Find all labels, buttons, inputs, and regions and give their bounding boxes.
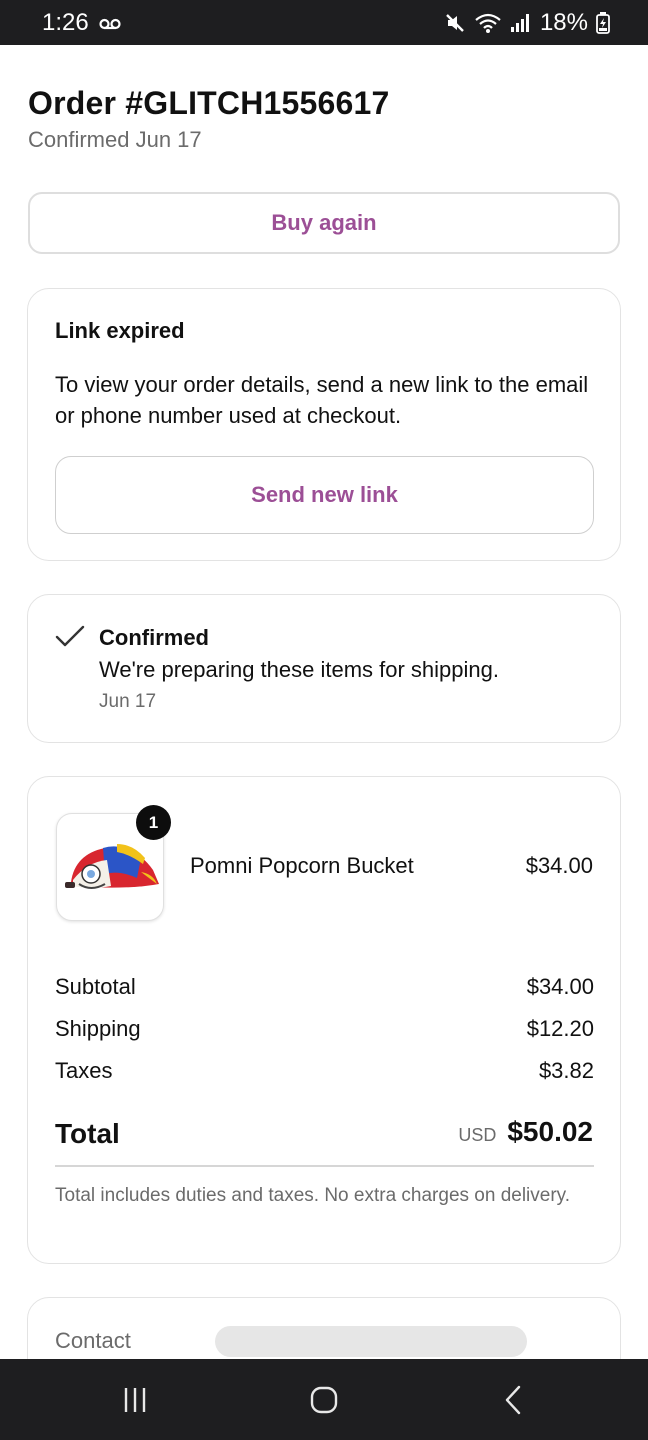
total-note: Total includes duties and taxes. No extr…	[55, 1185, 571, 1206]
recents-icon[interactable]	[95, 1370, 175, 1430]
buy-again-button[interactable]: Buy again	[28, 192, 620, 254]
order-summary-card: 1 Pomni Popcorn Bucket $34.00 Subtotal $…	[27, 776, 621, 1264]
status-right: 18%	[444, 9, 610, 37]
contact-value-placeholder	[215, 1326, 527, 1357]
total-value: $50.02	[507, 1116, 593, 1147]
battery-charging-icon	[596, 11, 610, 34]
contact-label: Contact	[55, 1328, 131, 1353]
item-name: Pomni Popcorn Bucket	[190, 853, 414, 878]
order-page[interactable]: Order #GLITCH1556617 Confirmed Jun 17 Bu…	[0, 45, 648, 1359]
shipping-label: Shipping	[55, 1016, 141, 1041]
total-currency: USD	[458, 1125, 497, 1145]
page-title: Order #GLITCH1556617	[28, 85, 390, 121]
link-expired-message: To view your order details, send a new l…	[55, 372, 589, 428]
taxes-label: Taxes	[55, 1058, 113, 1083]
shipping-row: Shipping $12.20	[55, 1016, 594, 1042]
shipping-value: $12.20	[526, 1016, 594, 1041]
mute-icon	[444, 12, 466, 34]
order-confirmed-date: Confirmed Jun 17	[28, 127, 202, 152]
voicemail-icon	[99, 9, 121, 37]
wifi-icon	[474, 12, 502, 34]
checkmark-icon	[55, 625, 85, 649]
subtotal-row: Subtotal $34.00	[55, 974, 594, 1000]
status-time: 1:26	[42, 8, 89, 36]
summary-divider	[55, 1165, 594, 1167]
send-new-link-button[interactable]: Send new link	[55, 456, 594, 534]
taxes-value: $3.82	[538, 1058, 594, 1083]
back-icon[interactable]	[473, 1370, 553, 1430]
total-label: Total	[55, 1118, 120, 1149]
home-icon[interactable]	[284, 1370, 364, 1430]
link-expired-title: Link expired	[55, 318, 185, 343]
subtotal-value: $34.00	[526, 974, 594, 999]
status-bar: 1:26 18%	[0, 0, 648, 45]
status-title: Confirmed	[99, 625, 209, 650]
signal-icon	[510, 13, 532, 33]
link-expired-card: Link expired To view your order details,…	[27, 288, 621, 561]
status-description: We're preparing these items for shipping…	[99, 657, 499, 682]
system-nav-bar	[0, 1359, 648, 1440]
contact-card: Contact	[27, 1297, 621, 1359]
item-price: $34.00	[525, 853, 593, 878]
status-left: 1:26	[42, 9, 121, 37]
quantity-badge: 1	[136, 805, 171, 840]
total-amount: USD $50.02	[458, 1116, 593, 1148]
order-status-card: Confirmed We're preparing these items fo…	[27, 594, 621, 743]
taxes-row: Taxes $3.82	[55, 1058, 594, 1084]
status-date: Jun 17	[99, 691, 157, 712]
battery-percent: 18%	[539, 8, 588, 36]
subtotal-label: Subtotal	[55, 974, 136, 999]
